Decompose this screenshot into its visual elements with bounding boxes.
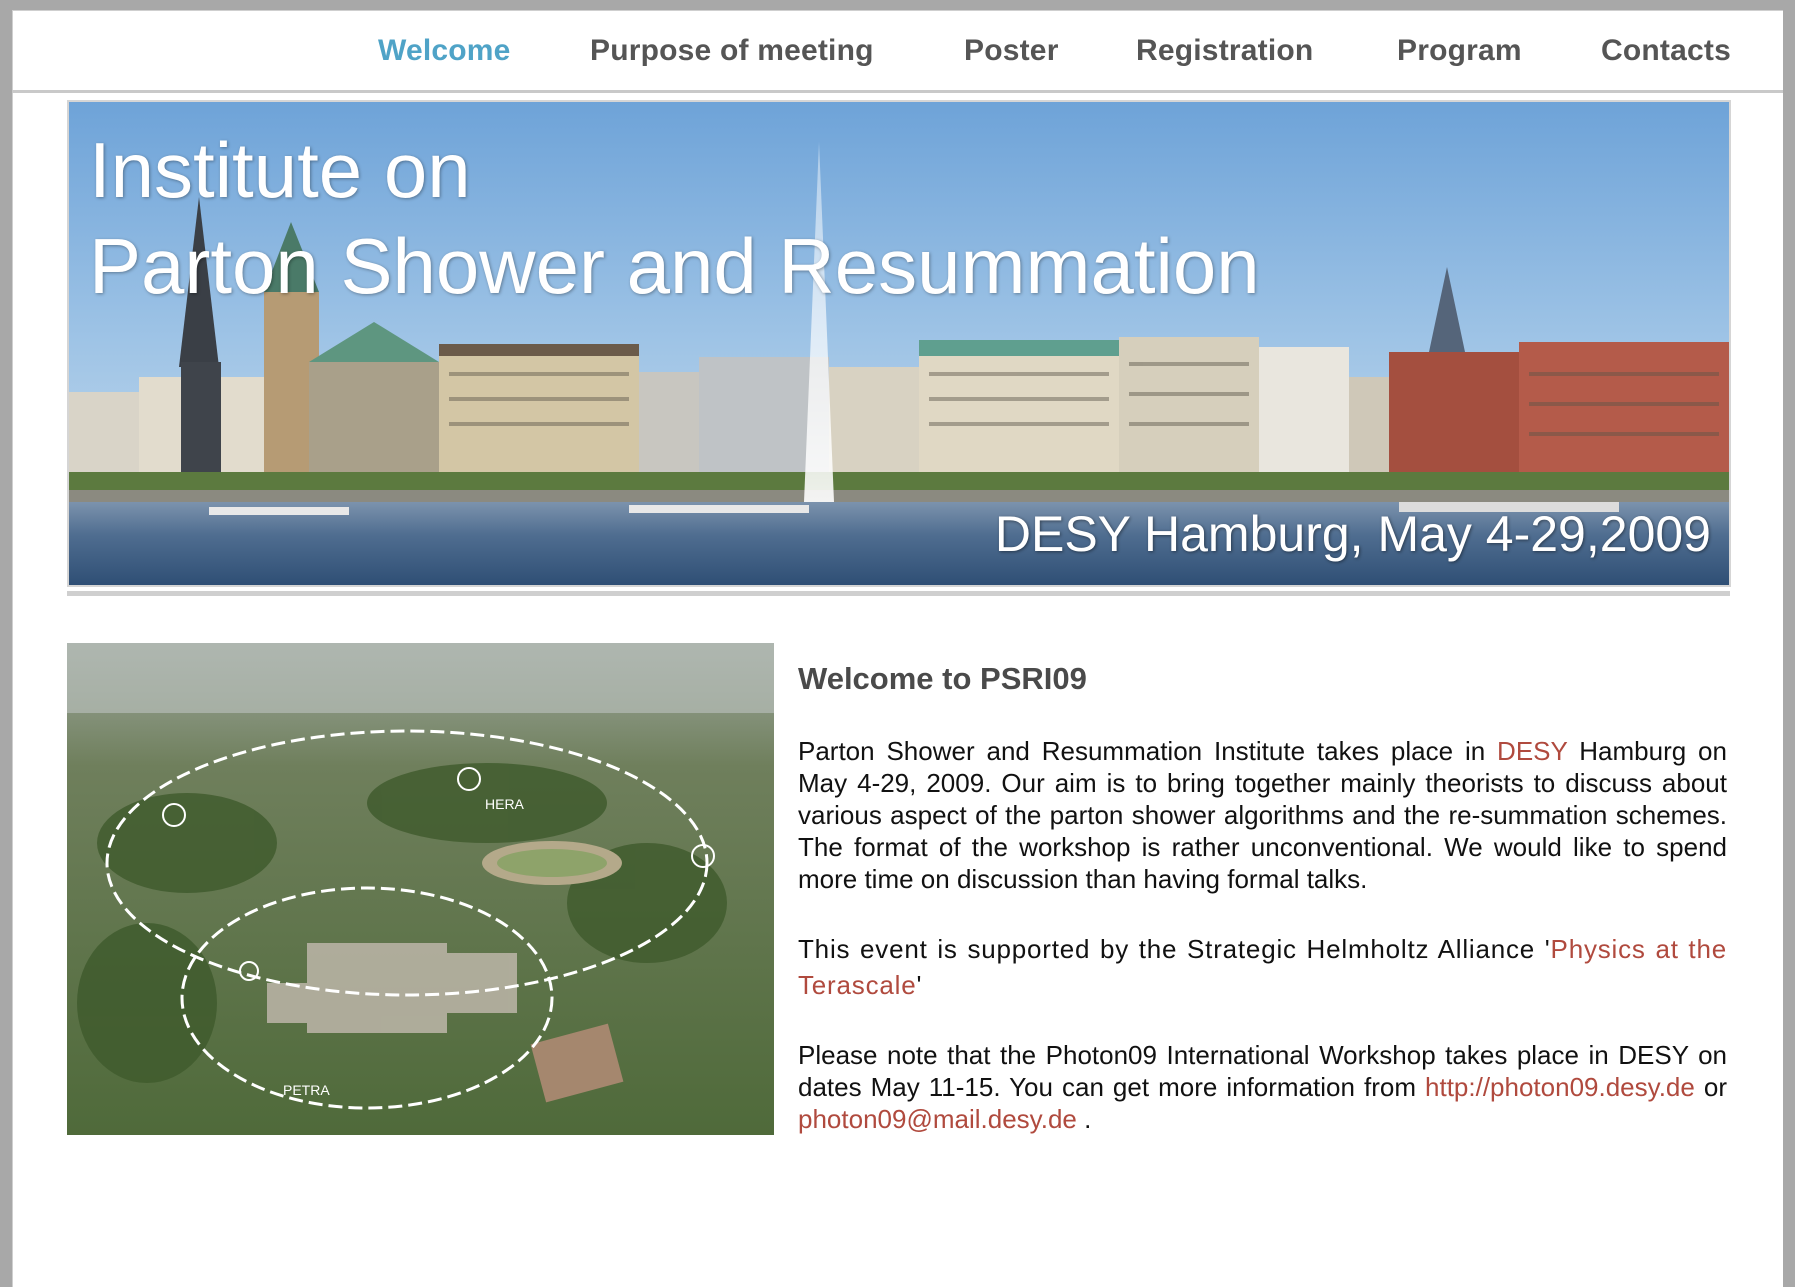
petra-label: PETRA (283, 1082, 330, 1098)
photon09-url-link[interactable]: http://photon09.desy.de (1425, 1072, 1695, 1102)
nav-poster[interactable]: Poster (964, 34, 1059, 68)
intro-text-a: Parton Shower and Resummation Institute … (798, 736, 1498, 766)
banner-title-line1: Institute on (89, 126, 471, 214)
desy-link[interactable]: DESY (1497, 736, 1567, 766)
desy-aerial-photo: HERA PETRA (67, 643, 774, 1135)
photon09-text-b: or (1694, 1072, 1727, 1102)
photon09-email-link[interactable]: photon09@mail.desy.de (798, 1104, 1077, 1134)
intro-paragraph: Parton Shower and Resummation Institute … (798, 735, 1727, 895)
page: Welcome Purpose of meeting Poster Regist… (12, 10, 1783, 1287)
banner-subtitle: DESY Hamburg, May 4-29,2009 (994, 506, 1711, 562)
welcome-heading: Welcome to PSRI09 (798, 661, 1087, 696)
nav-contacts[interactable]: Contacts (1601, 34, 1731, 68)
top-navigation: Welcome Purpose of meeting Poster Regist… (12, 10, 1783, 93)
divider (67, 591, 1730, 596)
banner-title: Institute on Parton Shower and Resummati… (89, 122, 1260, 314)
nav-purpose-of-meeting[interactable]: Purpose of meeting (590, 34, 874, 68)
banner-title-line2: Parton Shower and Resummation (89, 222, 1260, 310)
header-banner: Institute on Parton Shower and Resummati… (67, 100, 1731, 587)
photon09-paragraph: Please note that the Photon09 Internatio… (798, 1039, 1727, 1135)
welcome-content: Welcome to PSRI09 Parton Shower and Resu… (798, 663, 1727, 1171)
nav-program[interactable]: Program (1397, 34, 1522, 68)
nav-registration[interactable]: Registration (1136, 34, 1313, 68)
support-paragraph: This event is supported by the Strategic… (798, 931, 1727, 1003)
support-text-a: This event is supported by the Strategic… (798, 934, 1551, 964)
support-text-b: ' (916, 970, 923, 1000)
hera-label: HERA (485, 796, 525, 812)
nav-welcome[interactable]: Welcome (378, 34, 511, 68)
photon09-text-c: . (1076, 1104, 1092, 1134)
